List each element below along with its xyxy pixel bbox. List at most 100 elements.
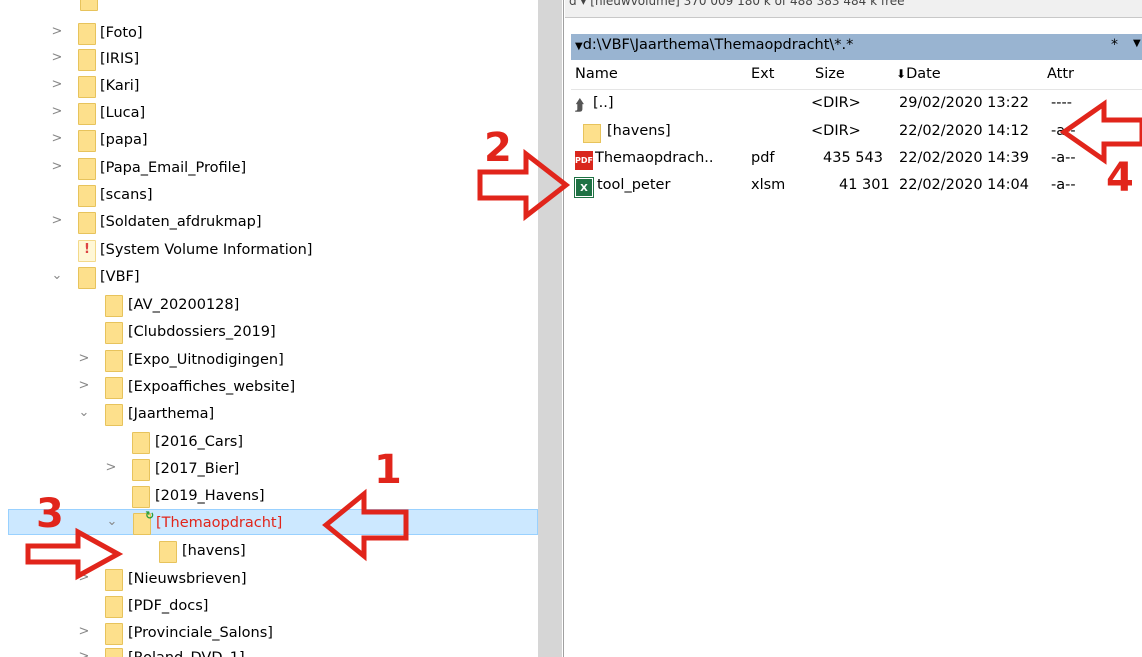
tree-item-iris[interactable]: > [IRIS] xyxy=(0,46,538,72)
tree-item-label: [Expo_Uitnodigingen] xyxy=(128,352,284,368)
chevron-right-icon[interactable]: > xyxy=(50,131,64,147)
column-ext[interactable]: Ext xyxy=(751,66,774,82)
folder-icon xyxy=(78,76,96,98)
chevron-right-icon[interactable]: > xyxy=(50,77,64,93)
chevron-right-icon[interactable]: > xyxy=(77,378,91,394)
path-bar[interactable]: ▼d:\VBF\Jaarthema\Themaopdracht\*.* * ▼ xyxy=(571,34,1142,60)
column-date-label: Date xyxy=(906,66,941,82)
chevron-right-icon[interactable]: > xyxy=(77,649,91,657)
chevron-right-icon[interactable]: > xyxy=(77,624,91,640)
tree-item-jaarthema[interactable]: ⌄ [Jaarthema] xyxy=(0,401,538,427)
filter-button[interactable]: * xyxy=(1111,37,1118,53)
tree-item-clubdossiers-2019[interactable]: [Clubdossiers_2019] xyxy=(0,319,538,345)
file-ext: xlsm xyxy=(751,177,786,193)
tree-item-soldaten-afdrukmap[interactable]: > [Soldaten_afdrukmap] xyxy=(0,209,538,235)
file-attr: -a-- xyxy=(1051,177,1076,193)
tree-item-vbf[interactable]: ⌄ [VBF] xyxy=(0,264,538,290)
path-text: d:\VBF\Jaarthema\Themaopdracht\*.* xyxy=(582,37,854,53)
tree-item-label: [papa] xyxy=(100,132,148,148)
tree-item-label: [Jaarthema] xyxy=(128,406,215,422)
folder-icon xyxy=(105,350,123,372)
column-size[interactable]: Size xyxy=(815,66,845,82)
warning-folder-icon: ! xyxy=(78,240,96,262)
tree-item-label: [VBF] xyxy=(100,269,140,285)
filter-dropdown-icon[interactable]: ▼ xyxy=(1133,38,1141,49)
tree-item-kari[interactable]: > [Kari] xyxy=(0,73,538,99)
dropdown-arrow-icon[interactable]: ▼ xyxy=(575,41,583,52)
tree-item-provinciale-salons[interactable]: > [Provinciale_Salons] xyxy=(0,620,538,646)
chevron-right-icon[interactable]: > xyxy=(104,460,118,476)
folder-icon xyxy=(105,596,123,618)
file-ext: pdf xyxy=(751,150,775,166)
tree-item-2017-bier[interactable]: > [2017_Bier] xyxy=(0,456,538,482)
folder-icon xyxy=(159,541,177,563)
folder-icon xyxy=(78,158,96,180)
column-attr[interactable]: Attr xyxy=(1047,66,1074,82)
tree-item-papa-email-profile[interactable]: > [Papa_Email_Profile] xyxy=(0,155,538,181)
annotation-arrow-1 xyxy=(322,488,409,562)
tree-item-label: [havens] xyxy=(182,543,246,559)
pdf-file-icon: PDF xyxy=(575,151,593,170)
folder-icon xyxy=(80,0,98,11)
column-name[interactable]: Name xyxy=(575,66,618,82)
tree-row-partial xyxy=(0,0,538,12)
tree-item-2016-cars[interactable]: [2016_Cars] xyxy=(0,429,538,455)
folder-icon xyxy=(78,23,96,45)
tree-item-papa[interactable]: > [papa] xyxy=(0,127,538,153)
folder-icon xyxy=(105,295,123,317)
chevron-right-icon[interactable]: > xyxy=(77,351,91,367)
file-list-panel: d ▾ [nieuwvolume] 370 009 180 k of 488 3… xyxy=(565,0,1142,657)
file-row-parent[interactable]: ⮭ [..] <DIR> 29/02/2020 13:22 ---- xyxy=(571,92,1142,118)
annotation-number-4: 4 xyxy=(1106,155,1134,201)
tree-item-foto[interactable]: > [Foto] xyxy=(0,20,538,46)
chevron-right-icon[interactable]: > xyxy=(50,104,64,120)
tree-item-av-20200128[interactable]: [AV_20200128] xyxy=(0,292,538,318)
annotation-number-3: 3 xyxy=(36,491,64,537)
tree-item-label: [Roland_DVD_1] xyxy=(128,648,245,657)
drive-info-text: d ▾ [nieuwvolume] 370 009 180 k of 488 3… xyxy=(569,0,905,8)
folder-icon xyxy=(78,130,96,152)
tree-item-label: [Luca] xyxy=(100,105,146,121)
tree-item-label: [IRIS] xyxy=(100,51,140,67)
folder-icon xyxy=(583,124,601,143)
tree-item-luca[interactable]: > [Luca] xyxy=(0,100,538,126)
chevron-down-icon[interactable]: ⌄ xyxy=(77,405,91,421)
sort-descending-icon: ⬇ xyxy=(896,67,907,81)
chevron-right-icon[interactable]: > xyxy=(50,213,64,229)
tree-item-pdf-docs[interactable]: [PDF_docs] xyxy=(0,593,538,619)
tree-item-label: [scans] xyxy=(100,187,153,203)
current-path: ▼d:\VBF\Jaarthema\Themaopdracht\*.* xyxy=(575,37,853,53)
folder-icon xyxy=(132,459,150,481)
tree-item-label: [2019_Havens] xyxy=(155,488,265,504)
tree-item-label-selected: [Themaopdracht] xyxy=(156,515,283,531)
folder-icon xyxy=(78,267,96,289)
tree-item-expo-uitnodigingen[interactable]: > [Expo_Uitnodigingen] xyxy=(0,347,538,373)
tree-item-label: [Clubdossiers_2019] xyxy=(128,324,276,340)
file-row-tool-peter[interactable]: X tool_peter xlsm 41 301 22/02/2020 14:0… xyxy=(571,174,1142,200)
tree-item-expoaffiches-website[interactable]: > [Expoaffiches_website] xyxy=(0,374,538,400)
file-row-themaopdracht-pdf[interactable]: PDF Themaopdrach.. pdf 435 543 22/02/202… xyxy=(571,147,1142,173)
tree-item-2019-havens[interactable]: [2019_Havens] xyxy=(0,483,538,509)
splitter-edge xyxy=(562,0,563,657)
tree-item-label: [PDF_docs] xyxy=(128,598,209,614)
tree-item-system-volume-information[interactable]: ! [System Volume Information] xyxy=(0,237,538,263)
file-name: [havens] xyxy=(607,123,671,139)
chevron-right-icon[interactable]: > xyxy=(50,159,64,175)
folder-icon xyxy=(78,212,96,234)
tree-item-scans[interactable]: [scans] xyxy=(0,182,538,208)
file-size: 41 301 xyxy=(839,177,890,193)
tree-item-label: [Expoaffiches_website] xyxy=(128,379,296,395)
tree-item-label: [Papa_Email_Profile] xyxy=(100,160,247,176)
chevron-down-icon[interactable]: ⌄ xyxy=(50,268,64,284)
chevron-right-icon[interactable]: > xyxy=(50,50,64,66)
column-date[interactable]: ⬇Date xyxy=(896,66,941,82)
panel-splitter[interactable] xyxy=(538,0,564,657)
chevron-right-icon[interactable]: > xyxy=(50,24,64,40)
drive-info-bar[interactable]: d ▾ [nieuwvolume] 370 009 180 k of 488 3… xyxy=(565,0,1142,18)
file-date: 22/02/2020 14:04 xyxy=(899,177,1029,193)
folder-icon xyxy=(132,432,150,454)
file-row-havens[interactable]: [havens] <DIR> 22/02/2020 14:12 -a-- xyxy=(571,120,1142,146)
tree-item-roland-dvd-1[interactable]: > [Roland_DVD_1] xyxy=(0,645,538,657)
folder-icon xyxy=(78,185,96,207)
synced-folder-icon: ↻ xyxy=(133,509,154,535)
